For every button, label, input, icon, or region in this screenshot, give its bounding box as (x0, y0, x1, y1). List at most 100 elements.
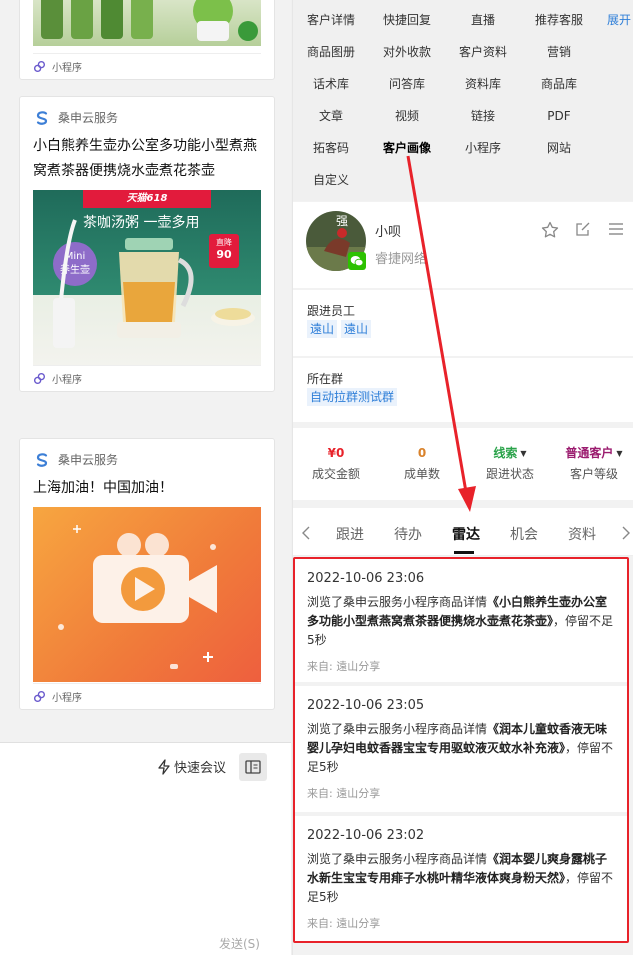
tool-marketing[interactable]: 营销 (521, 44, 597, 60)
tool-website[interactable]: 网站 (521, 140, 597, 156)
caret-down-icon: ▼ (520, 449, 527, 458)
tool-qa-library[interactable]: 问答库 (369, 76, 445, 92)
star-icon[interactable] (541, 221, 559, 239)
toolbar-grid: 客户详情 快捷回复 直播 推荐客服 展开 商品图册 对外收款 客户资料 营销 话… (293, 0, 633, 201)
customer-level-label: 客户等级 (569, 467, 618, 481)
sidebar-toggle-button[interactable] (239, 753, 267, 781)
record-text: 浏览了桑申云服务小程序商品详情《润本儿童蚊香液无味婴儿孕妇电蚊香器宝宝专用驱蚊液… (307, 722, 614, 774)
order-count-value: 0 (417, 446, 427, 460)
group-label: 所在群 (307, 372, 344, 386)
radar-records-highlight: 2022-10-06 23:06 浏览了桑申云服务小程序商品详情《小白熊养生壶办… (293, 557, 629, 943)
stat-customer-level[interactable]: 普通客户 ▼ 客户等级 (555, 444, 633, 482)
follow-status-value: 线索 (493, 446, 518, 460)
staff-tag[interactable]: 遠山 (307, 320, 338, 338)
chevron-left-icon[interactable] (301, 526, 311, 540)
card-footer-label: 小程序 (52, 693, 82, 704)
miniprogram-card-2[interactable]: 桑申云服务 小白熊养生壶办公室多功能小型煮燕窝煮茶器便携烧水壶煮花茶壶 天猫61… (19, 96, 275, 392)
record-source: 来自: 遠山分享 (307, 660, 381, 673)
caret-down-icon: ▼ (616, 449, 623, 458)
follow-staff-label: 跟进员工 (307, 304, 356, 318)
customer-stats: ¥0 成交金额 0 成单数 线索 ▼ 跟进状态 普通客户 ▼ 客户等级 (293, 428, 633, 500)
tool-external-payment[interactable]: 对外收款 (369, 44, 445, 60)
miniprogram-icon (33, 690, 46, 703)
group-section: 所在群 自动拉群测试群 (293, 358, 633, 422)
service-logo-icon (36, 452, 48, 467)
menu-icon[interactable] (608, 222, 624, 236)
customer-company: 睿捷网络 (375, 252, 428, 267)
stat-deal-amount: ¥0 成交金额 (296, 444, 376, 482)
tool-link[interactable]: 链接 (445, 108, 521, 124)
staff-tag[interactable]: 遠山 (341, 320, 372, 338)
record-time: 2022-10-06 23:05 (307, 698, 425, 713)
tool-customer-portrait[interactable]: 客户画像 (369, 140, 445, 156)
card-footer-label: 小程序 (52, 375, 82, 386)
service-name: 桑申云服务 (58, 453, 119, 467)
lightning-icon (158, 758, 170, 775)
tool-product-album[interactable]: 商品图册 (293, 44, 369, 60)
miniprogram-card-1[interactable]: 小程序 (19, 0, 275, 80)
tab-opportunity[interactable]: 机会 (499, 524, 549, 544)
record-time: 2022-10-06 23:06 (307, 571, 425, 586)
tab-materials[interactable]: 资料 (557, 524, 607, 544)
tool-pdf[interactable]: PDF (521, 108, 597, 124)
tool-video[interactable]: 视频 (369, 108, 445, 124)
card-title: 小白熊养生壶办公室多功能小型煮燕窝煮茶器便携烧水壶煮花茶壶 (33, 138, 257, 179)
tool-live[interactable]: 直播 (445, 12, 521, 28)
radar-record[interactable]: 2022-10-06 23:06 浏览了桑申云服务小程序商品详情《小白熊养生壶办… (295, 559, 627, 682)
tool-article[interactable]: 文章 (293, 108, 369, 124)
follow-status-label: 跟进状态 (485, 467, 534, 481)
tool-custom[interactable]: 自定义 (293, 172, 369, 188)
tool-customer-material[interactable]: 客户资料 (445, 44, 521, 60)
message-composer[interactable]: 快速会议 发送(S) (0, 742, 291, 955)
tool-material-library[interactable]: 资料库 (445, 76, 521, 92)
chevron-right-icon[interactable] (621, 526, 631, 540)
video-thumbnail (33, 507, 261, 682)
tab-todo[interactable]: 待办 (383, 524, 433, 544)
radar-record[interactable]: 2022-10-06 23:02 浏览了桑申云服务小程序商品详情《润本婴儿爽身露… (295, 816, 627, 941)
tool-miniprogram[interactable]: 小程序 (445, 140, 521, 156)
card-header: 桑申云服务 (20, 439, 274, 468)
chat-panel: 小程序 桑申云服务 小白熊养生壶办公室多功能小型煮燕窝煮茶器便携烧水壶煮花茶壶 … (0, 0, 291, 955)
customer-level-value: 普通客户 (565, 446, 614, 460)
stat-follow-status[interactable]: 线索 ▼ 跟进状态 (470, 444, 550, 482)
radar-record[interactable]: 2022-10-06 23:05 浏览了桑申云服务小程序商品详情《润本儿童蚊香液… (295, 686, 627, 812)
customer-side-panel: 客户详情 快捷回复 直播 推荐客服 展开 商品图册 对外收款 客户资料 营销 话… (292, 0, 633, 955)
tool-customer-detail[interactable]: 客户详情 (293, 12, 369, 28)
record-source: 来自: 遠山分享 (307, 787, 381, 800)
miniprogram-icon (33, 372, 46, 385)
quick-meeting-label: 快速会议 (174, 761, 227, 776)
record-text: 浏览了桑申云服务小程序商品详情《小白熊养生壶办公室多功能小型煮燕窝煮茶器便携烧水… (307, 595, 614, 647)
svg-text:强: 强 (336, 214, 348, 228)
record-source: 来自: 遠山分享 (307, 917, 381, 930)
sidebar-icon (245, 760, 261, 774)
tool-product-library[interactable]: 商品库 (521, 76, 597, 92)
miniprogram-card-3[interactable]: 桑申云服务 上海加油！中国加油！ 小程序 (19, 438, 275, 710)
quick-meeting-button[interactable]: 快速会议 (157, 757, 226, 776)
group-tag[interactable]: 自动拉群测试群 (307, 388, 398, 406)
tool-recommend-service[interactable]: 推荐客服 (521, 12, 597, 28)
send-button[interactable]: 发送(S) (219, 935, 260, 952)
tool-quick-reply[interactable]: 快捷回复 (369, 12, 445, 28)
order-count-label: 成单数 (403, 467, 440, 481)
card-footer-label: 小程序 (52, 63, 82, 74)
customer-name: 小呗 (375, 225, 402, 240)
card-title: 上海加油！中国加油！ (33, 480, 173, 496)
tab-radar[interactable]: 雷达 (441, 524, 491, 544)
card-footer: 小程序 (33, 53, 261, 79)
expand-link[interactable]: 展开 (607, 12, 633, 28)
card-product-image (33, 0, 261, 46)
wechat-icon (348, 252, 366, 270)
card-header: 桑申云服务 (20, 97, 274, 126)
edit-icon[interactable] (575, 221, 591, 237)
tab-follow[interactable]: 跟进 (325, 524, 375, 544)
active-tab-indicator (454, 551, 474, 554)
follow-staff-section: 跟进员工 遠山 遠山 (293, 290, 633, 356)
deal-amount-label: 成交金额 (311, 467, 360, 481)
service-name: 桑申云服务 (58, 111, 119, 125)
card-footer: 小程序 (33, 683, 261, 709)
stat-order-count: 0 成单数 (382, 444, 462, 482)
tool-acquisition-code[interactable]: 拓客码 (293, 140, 369, 156)
customer-profile-header: 强 小呗 睿捷网络 (293, 202, 633, 288)
tool-script-library[interactable]: 话术库 (293, 76, 369, 92)
miniprogram-icon (33, 60, 46, 73)
